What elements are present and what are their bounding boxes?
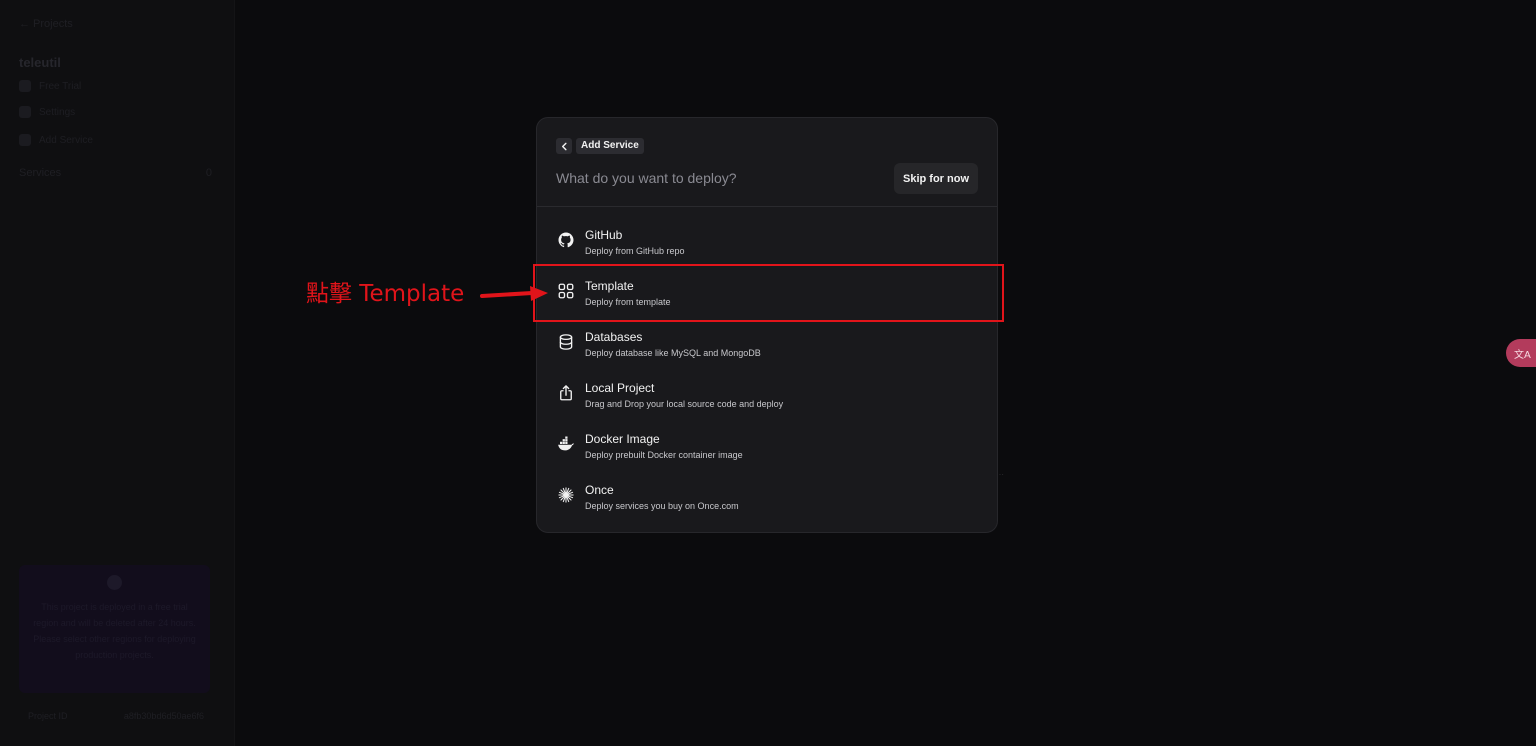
option-title: Local Project — [585, 381, 655, 395]
back-to-projects-link[interactable]: ← Projects — [19, 18, 73, 30]
option-title: GitHub — [585, 228, 623, 242]
services-count: 0 — [205, 167, 212, 179]
free-trial-notice: This project is deployed in a free trial… — [19, 565, 210, 693]
breadcrumb: Add Service — [556, 138, 644, 154]
translate-extension-icon[interactable]: 文A — [1506, 339, 1536, 367]
option-description: Deploy from GitHub repo — [585, 246, 685, 256]
project-id-label: Project ID — [28, 711, 68, 721]
plus-icon — [19, 134, 31, 146]
database-icon — [559, 334, 573, 350]
sidebar-item-settings[interactable]: Settings — [19, 106, 75, 118]
annotation-label: 點擊 Template — [306, 281, 465, 307]
option-once[interactable]: Once Deploy services you buy on Once.com — [537, 473, 997, 524]
info-icon — [107, 575, 122, 590]
chevron-left-icon — [561, 142, 567, 150]
once-icon — [558, 487, 574, 503]
sidebar-item-label: Free Trial — [39, 80, 82, 92]
sidebar-item-free-trial[interactable]: Free Trial — [19, 80, 81, 92]
option-github[interactable]: GitHub Deploy from GitHub repo — [537, 218, 997, 269]
project-id-footer: Project ID a8fb30bd6d50ae6f6 — [28, 711, 204, 721]
modal-header: Add Service Skip for now — [537, 118, 997, 207]
option-databases[interactable]: Databases Deploy database like MySQL and… — [537, 320, 997, 371]
option-title: Once — [585, 483, 614, 497]
annotation-arrow-icon — [480, 286, 548, 301]
github-icon — [558, 232, 574, 248]
breadcrumb-add-service: Add Service — [576, 138, 644, 154]
deploy-search-input[interactable] — [556, 170, 876, 186]
upload-icon — [560, 385, 572, 401]
services-label: Services — [19, 167, 62, 179]
services-header: Services 0 — [19, 167, 212, 179]
gear-icon — [19, 106, 31, 118]
free-trial-notice-text: This project is deployed in a free trial… — [33, 602, 196, 660]
option-description: Drag and Drop your local source code and… — [585, 399, 784, 409]
option-description: Deploy prebuilt Docker container image — [585, 450, 743, 460]
back-button[interactable] — [556, 138, 572, 154]
region-icon — [19, 80, 31, 92]
project-name: teleutil — [19, 55, 61, 70]
option-title: Databases — [585, 330, 643, 344]
option-title: Docker Image — [585, 432, 660, 446]
option-docker-image[interactable]: Docker Image Deploy prebuilt Docker cont… — [537, 422, 997, 473]
project-id-value[interactable]: a8fb30bd6d50ae6f6 — [124, 711, 204, 721]
add-service-modal: Add Service Skip for now GitHub Deploy f… — [536, 117, 998, 533]
template-highlight-box — [533, 264, 1004, 322]
sidebar-item-label: Settings — [39, 106, 76, 118]
sidebar: ← Projects teleutil Free Trial Settings … — [0, 0, 235, 746]
sidebar-item-label: Add Service — [39, 134, 93, 146]
option-local-project[interactable]: Local Project Drag and Drop your local s… — [537, 371, 997, 422]
docker-icon — [558, 436, 574, 451]
option-description: Deploy database like MySQL and MongoDB — [585, 348, 761, 358]
option-description: Deploy services you buy on Once.com — [585, 501, 739, 511]
sidebar-item-add-service[interactable]: Add Service — [19, 134, 93, 146]
skip-for-now-button[interactable]: Skip for now — [894, 163, 978, 194]
